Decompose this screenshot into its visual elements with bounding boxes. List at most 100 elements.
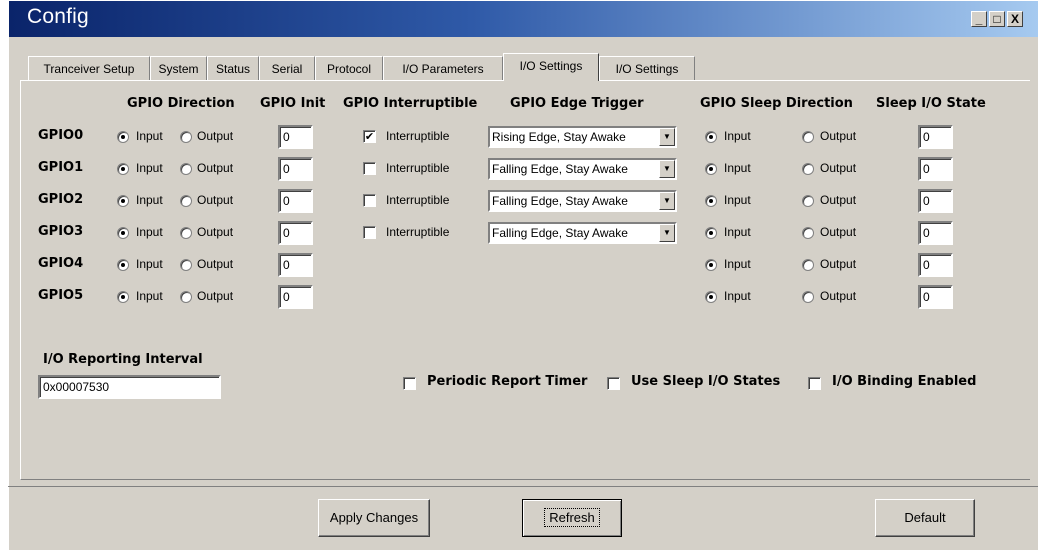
gpio4-sleep-output-radio[interactable] [802,259,814,271]
periodic-report-timer-label: Periodic Report Timer [427,374,588,389]
gpio0-init-input[interactable]: 0 [278,125,313,149]
chevron-down-icon[interactable]: ▼ [659,128,675,146]
gpio2-interruptible-label: Interruptible [386,193,450,207]
gpio0-edge-trigger-value: Rising Edge, Stay Awake [492,130,626,144]
gpio5-sleep-input-radio[interactable] [705,291,717,303]
gpio2-interruptible-checkbox[interactable] [363,194,376,207]
gpio0-sleep-state-input[interactable]: 0 [918,125,953,149]
gpio1-interruptible-checkbox[interactable] [363,162,376,175]
io-binding-enabled-checkbox[interactable] [808,377,821,390]
gpio1-edge-trigger-select[interactable]: Falling Edge, Stay Awake ▼ [488,158,677,180]
gpio1-direction-output-radio[interactable] [180,163,192,175]
gpio2-direction-output-radio[interactable] [180,195,192,207]
gpio5-sleep-output-radio[interactable] [802,291,814,303]
gpio2-sleep-state-input[interactable]: 0 [918,189,953,213]
chevron-down-icon[interactable]: ▼ [659,160,675,178]
tab-serial[interactable]: Serial [259,56,315,80]
tab-status[interactable]: Status [207,56,259,80]
gpio3-direction-output-label: Output [197,225,234,239]
reporting-interval-input[interactable]: 0x00007530 [38,375,221,399]
minimize-button[interactable]: _ [971,11,987,27]
gpio1-edge-trigger-value: Falling Edge, Stay Awake [492,162,628,176]
chevron-down-icon[interactable]: ▼ [659,192,675,210]
gpio3-label: GPIO3 [38,224,84,239]
gpio5-sleep-state-input[interactable]: 0 [918,285,953,309]
gpio1-direction-input-radio[interactable] [117,163,129,175]
header-gpio-edge-trigger: GPIO Edge Trigger [510,96,644,111]
tab-io-settings-active[interactable]: I/O Settings [503,53,599,81]
refresh-label: Refresh [544,508,600,527]
title-bar[interactable]: Config _ □ X [9,1,1038,37]
gpio2-edge-trigger-select[interactable]: Falling Edge, Stay Awake ▼ [488,190,677,212]
gpio2-label: GPIO2 [38,192,84,207]
gpio4-sleep-output-label: Output [820,257,857,271]
default-label: Default [904,510,946,525]
header-sleep-io-state: Sleep I/O State [876,96,986,111]
gpio4-direction-output-label: Output [197,257,234,271]
gpio3-sleep-input-radio[interactable] [705,227,717,239]
gpio4-direction-input-radio[interactable] [117,259,129,271]
gpio0-sleep-input-radio[interactable] [705,131,717,143]
gpio2-edge-trigger-value: Falling Edge, Stay Awake [492,194,628,208]
gpio5-init-input[interactable]: 0 [278,285,313,309]
bottom-separator [8,486,1038,487]
gpio0-edge-trigger-select[interactable]: Rising Edge, Stay Awake ▼ [488,126,677,148]
periodic-report-timer-checkbox[interactable] [403,377,416,390]
gpio0-interruptible-checkbox[interactable]: ✔ [363,130,376,143]
gpio1-direction-input-label: Input [136,161,163,175]
gpio1-label: GPIO1 [38,160,84,175]
gpio3-sleep-state-input[interactable]: 0 [918,221,953,245]
gpio3-init-input[interactable]: 0 [278,221,313,245]
gpio4-direction-input-label: Input [136,257,163,271]
gpio4-init-input[interactable]: 0 [278,253,313,277]
tab-io-parameters[interactable]: I/O Parameters [383,56,503,80]
gpio0-label: GPIO0 [38,128,84,143]
close-button[interactable]: X [1007,11,1023,27]
maximize-button[interactable]: □ [989,11,1005,27]
header-gpio-interruptible: GPIO Interruptible [343,96,478,111]
gpio2-sleep-output-radio[interactable] [802,195,814,207]
gpio1-interruptible-label: Interruptible [386,161,450,175]
gpio2-init-input[interactable]: 0 [278,189,313,213]
gpio1-sleep-state-input[interactable]: 0 [918,157,953,181]
gpio3-direction-input-radio[interactable] [117,227,129,239]
gpio1-direction-output-label: Output [197,161,234,175]
reporting-interval-label: I/O Reporting Interval [43,352,203,367]
gpio1-sleep-input-radio[interactable] [705,163,717,175]
gpio4-sleep-state-input[interactable]: 0 [918,253,953,277]
gpio5-direction-output-label: Output [197,289,234,303]
gpio5-sleep-input-label: Input [724,289,751,303]
chevron-down-icon[interactable]: ▼ [659,224,675,242]
gpio1-sleep-output-radio[interactable] [802,163,814,175]
tab-tranceiver-setup[interactable]: Tranceiver Setup [28,56,150,80]
gpio5-direction-output-radio[interactable] [180,291,192,303]
gpio3-sleep-output-radio[interactable] [802,227,814,239]
gpio3-interruptible-checkbox[interactable] [363,226,376,239]
gpio4-sleep-input-radio[interactable] [705,259,717,271]
gpio2-sleep-input-radio[interactable] [705,195,717,207]
gpio0-sleep-output-radio[interactable] [802,131,814,143]
gpio3-sleep-input-label: Input [724,225,751,239]
default-button[interactable]: Default [875,499,975,537]
gpio3-edge-trigger-select[interactable]: Falling Edge, Stay Awake ▼ [488,222,677,244]
gpio2-sleep-output-label: Output [820,193,857,207]
gpio2-direction-input-radio[interactable] [117,195,129,207]
gpio4-label: GPIO4 [38,256,84,271]
gpio5-sleep-output-label: Output [820,289,857,303]
gpio3-direction-output-radio[interactable] [180,227,192,239]
use-sleep-io-states-checkbox[interactable] [607,377,620,390]
gpio5-direction-input-radio[interactable] [117,291,129,303]
tab-system[interactable]: System [150,56,207,80]
apply-changes-button[interactable]: Apply Changes [318,499,430,537]
gpio0-direction-input-radio[interactable] [117,131,129,143]
refresh-button[interactable]: Refresh [522,499,622,537]
gpio5-label: GPIO5 [38,288,84,303]
gpio1-sleep-output-label: Output [820,161,857,175]
header-gpio-sleep-direction: GPIO Sleep Direction [700,96,853,111]
tab-protocol[interactable]: Protocol [315,56,383,80]
gpio1-init-input[interactable]: 0 [278,157,313,181]
apply-changes-label: Apply Changes [329,510,419,525]
tab-io-settings[interactable]: I/O Settings [599,56,695,80]
gpio0-direction-output-radio[interactable] [180,131,192,143]
gpio4-direction-output-radio[interactable] [180,259,192,271]
